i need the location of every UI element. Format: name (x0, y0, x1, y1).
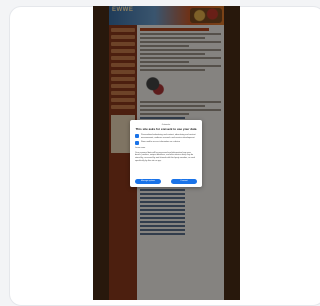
consent-option: Store and/or access information on a dev… (135, 141, 197, 146)
consent-option-text: Store and/or access information on a dev… (141, 141, 181, 144)
consent-notice: Your personal data will be processed and… (135, 151, 195, 162)
consent-option: Personalised advertising and content, ad… (135, 134, 197, 139)
consent-button[interactable]: Consent (171, 179, 197, 184)
manage-options-button[interactable]: Manage options (135, 179, 161, 184)
learn-more-link[interactable]: Learn more (135, 147, 197, 150)
device-icon (135, 141, 139, 146)
consent-dialog: Gutensite This site asks for consent to … (130, 120, 202, 187)
ads-icon (135, 134, 139, 138)
consent-option-text: Personalised advertising and content, ad… (141, 134, 196, 139)
dialog-title: This site asks for consent to use your d… (135, 127, 197, 131)
dialog-buttons: Manage options Consent (135, 179, 197, 184)
